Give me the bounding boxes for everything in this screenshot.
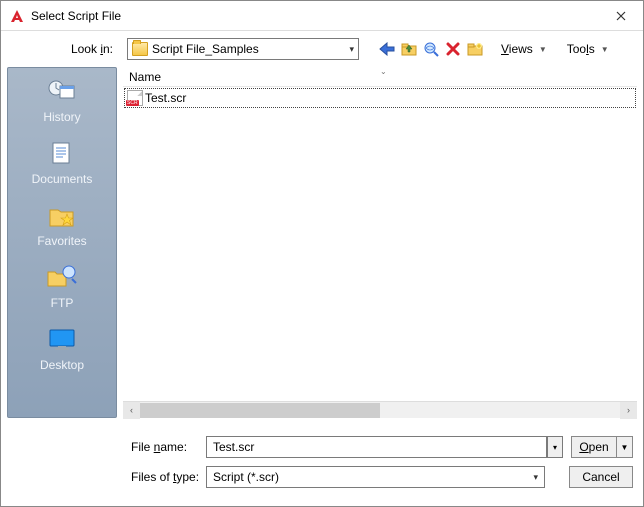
- sidebar-item-label: Documents: [32, 172, 93, 186]
- favorites-icon: [46, 202, 78, 230]
- filename-dropdown-toggle[interactable]: ▾: [547, 436, 563, 458]
- horizontal-scrollbar[interactable]: ‹ ›: [123, 401, 637, 418]
- lookin-dropdown[interactable]: Script File_Samples ▾: [127, 38, 359, 60]
- sidebar-item-history[interactable]: History: [43, 78, 80, 124]
- main-area: History Documents Favorites FTP Desktop: [1, 63, 643, 424]
- history-icon: [46, 78, 78, 106]
- folder-icon: [132, 42, 148, 56]
- close-button[interactable]: [598, 1, 643, 31]
- app-icon: [9, 8, 25, 24]
- filename-input[interactable]: [206, 436, 547, 458]
- create-new-folder-button[interactable]: [465, 39, 485, 59]
- sidebar-item-favorites[interactable]: Favorites: [37, 202, 86, 248]
- file-area: Name ⌄ Test.scr ‹ ›: [123, 67, 637, 418]
- lookin-value: Script File_Samples: [152, 42, 349, 56]
- views-menu[interactable]: Views▼: [497, 40, 551, 58]
- sidebar-item-label: FTP: [51, 296, 74, 310]
- file-row[interactable]: Test.scr: [125, 89, 635, 107]
- tools-menu[interactable]: Tools▼: [563, 40, 613, 58]
- sort-indicator-icon: ⌄: [380, 67, 387, 76]
- chevron-down-icon: ▾: [349, 44, 354, 55]
- filetype-select[interactable]: Script (*.scr) ▾: [206, 466, 545, 488]
- chevron-down-icon: ▾: [533, 472, 538, 483]
- sidebar-item-label: History: [43, 110, 80, 124]
- cancel-button[interactable]: Cancel: [569, 466, 633, 488]
- filetype-row: Files of type: Script (*.scr) ▾ Cancel: [11, 466, 633, 488]
- column-header-name[interactable]: Name ⌄: [123, 67, 637, 87]
- up-one-level-button[interactable]: [399, 39, 419, 59]
- file-name: Test.scr: [145, 91, 186, 105]
- back-button[interactable]: [377, 39, 397, 59]
- open-button[interactable]: Open: [571, 436, 617, 458]
- toolbar-icons: [377, 39, 485, 59]
- filetype-value: Script (*.scr): [213, 470, 279, 484]
- bottom-panel: File name: ▾ Open ▼ Files of type: Scrip…: [1, 424, 643, 506]
- sidebar-item-label: Favorites: [37, 234, 86, 248]
- toolbar: Look in: Script File_Samples ▾ Views▼ To…: [1, 31, 643, 63]
- filename-label: File name:: [11, 440, 191, 454]
- filetype-label: Files of type:: [11, 470, 203, 484]
- open-dropdown-toggle[interactable]: ▼: [617, 436, 633, 458]
- desktop-icon: [46, 326, 78, 354]
- documents-icon: [46, 140, 78, 168]
- script-file-icon: [127, 90, 143, 106]
- sidebar-item-documents[interactable]: Documents: [32, 140, 93, 186]
- ftp-icon: [46, 264, 78, 292]
- sidebar-item-ftp[interactable]: FTP: [46, 264, 78, 310]
- filename-row: File name: ▾ Open ▼: [11, 436, 633, 458]
- scroll-left-icon[interactable]: ‹: [123, 402, 140, 419]
- scroll-right-icon[interactable]: ›: [620, 402, 637, 419]
- window-title: Select Script File: [31, 9, 598, 23]
- search-web-button[interactable]: [421, 39, 441, 59]
- file-list[interactable]: Test.scr: [123, 87, 637, 401]
- sidebar-item-desktop[interactable]: Desktop: [40, 326, 84, 372]
- sidebar-item-label: Desktop: [40, 358, 84, 372]
- places-sidebar: History Documents Favorites FTP Desktop: [7, 67, 117, 418]
- lookin-label: Look in:: [11, 42, 121, 56]
- scroll-thumb[interactable]: [140, 403, 380, 418]
- titlebar: Select Script File: [1, 1, 643, 31]
- column-header-label: Name: [129, 70, 161, 84]
- delete-button[interactable]: [443, 39, 463, 59]
